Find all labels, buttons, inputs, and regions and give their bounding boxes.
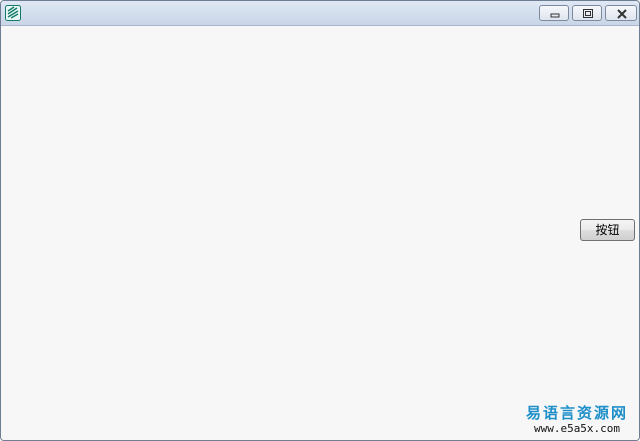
watermark-title: 易语言资源网	[525, 404, 628, 422]
minimize-button[interactable]	[539, 5, 569, 21]
minimize-icon	[550, 13, 560, 18]
title-bar[interactable]	[1, 1, 639, 26]
close-button[interactable]	[605, 5, 637, 21]
action-button[interactable]: 按钮	[580, 219, 635, 241]
maximize-button[interactable]	[572, 5, 602, 21]
app-logo-icon[interactable]	[5, 5, 21, 21]
watermark-url: www.e5a5x.com	[533, 422, 621, 435]
watermark: 易语言资源网 www.e5a5x.com	[521, 404, 633, 436]
maximize-icon	[583, 9, 593, 18]
client-area: 按钮 易语言资源网 www.e5a5x.com	[1, 26, 639, 440]
app-window: 按钮 易语言资源网 www.e5a5x.com	[0, 0, 640, 441]
close-icon	[617, 9, 627, 19]
